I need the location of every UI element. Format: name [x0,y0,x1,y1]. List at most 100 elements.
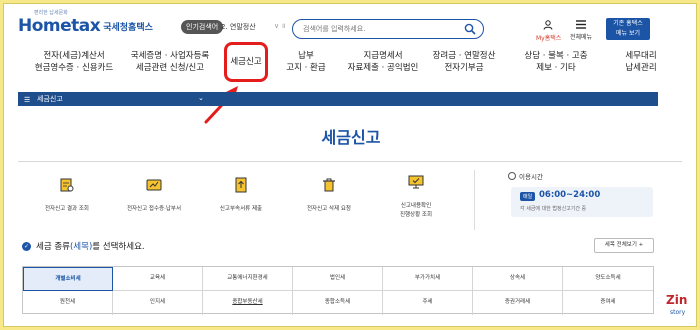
logo-tagline: 편리한 납세문화 [34,10,68,16]
service-status-check[interactable]: 신고내용확인진행상황 조회 [376,174,456,220]
site-header: 편리한 납세문화 Hometax 국세청홈택스 인기검색어 2. 연말정산 ∨ … [4,4,696,48]
watermark-line2: story [670,309,686,316]
nav-item-label: 장려금 · 연말정산 [432,51,496,61]
mytax-label: My홈택스 [536,35,562,42]
usage-time-box: 매일 06:00~24:00 각 세금에 대한 법정신고기간 중 [511,187,653,217]
hamburger-icon [576,20,587,29]
service-filing-result[interactable]: 전자신고 결과 조회 [27,177,107,214]
service-delete-request[interactable]: 전자신고 삭제 요청 [289,177,369,214]
nav-item-incentives[interactable]: 장려금 · 연말정산전자기부금 [433,50,496,74]
document-upload-icon [235,177,247,193]
tax-type-cell[interactable]: 종합부동산세 [203,291,293,315]
logo-korean: 국세청홈택스 [103,23,153,33]
page-title: 세금신고 [321,128,381,147]
tax-type-cell[interactable]: 인지세 [113,291,203,315]
tax-type-cell[interactable]: 교육세 [113,267,203,291]
popular-search-controls[interactable]: ∨ ॥ [274,22,286,31]
page-frame: 편리한 납세문화 Hometax 국세청홈택스 인기검색어 2. 연말정산 ∨ … [3,3,697,327]
tax-type-cell[interactable]: 부가가치세 [383,267,473,291]
main-nav: 전자(세금)계산서현금영수증 · 신용카드 국세증명 · 사업자등록세금관련 신… [4,48,696,86]
tax-type-cell[interactable]: 증여세 [563,291,653,315]
all-menu-button[interactable]: 전체메뉴 [570,20,592,41]
nav-item-sublabel: 고지 · 환급 [286,63,326,73]
nav-item-payment[interactable]: 납부고지 · 환급 [286,50,325,74]
usage-note: 각 세금에 대한 법정신고기간 중 [520,206,587,212]
search-box [292,19,484,39]
usage-time-title: 이용시간 [519,173,543,181]
legacy-menu-line1: 기존 홈택스 [613,20,643,27]
nav-item-tax-agent[interactable]: 세무대리납세관리 [625,50,656,74]
receipt-icon [146,179,162,191]
tax-type-cell[interactable]: 주세 [383,291,473,315]
nav-item-consulting[interactable]: 상담 · 불복 · 고충제보 · 기타 [524,50,587,74]
logo-brand: Hometax [18,16,101,36]
nav-item-label: 납부 [298,51,314,61]
breadcrumb-label[interactable]: 세금신고 [37,94,63,104]
service-label-line1: 신고내용확인 [400,203,432,209]
tax-type-cell[interactable]: 종합소득세 [293,291,383,315]
search-icon[interactable] [464,23,476,35]
tax-type-heading: ✓ 세금 종류 (세목) 를 선택하세요. [22,240,145,252]
tax-type-cell[interactable]: 상속세 [473,267,563,291]
tax-type-cell[interactable]: 개별소비세 [23,267,113,291]
daily-badge: 매일 [520,192,536,201]
trash-icon [323,178,335,192]
nav-item-certificates[interactable]: 국세증명 · 사업자등록세금관련 신청/신고 [131,50,210,74]
nav-item-sublabel: 납세관리 [625,63,657,73]
breadcrumb-bar: ☰ 세금신고 ⌄ [18,92,658,106]
service-label: 전자신고 접수증·납부서 [126,206,182,212]
usage-hours: 06:00~24:00 [539,190,601,200]
nav-item-statements[interactable]: 지급명세서자료제출 · 공익법인 [348,50,419,74]
nav-item-tax-filing[interactable]: 세금신고 [230,56,261,68]
nav-item-label: 세금신고 [230,57,262,67]
monitor-check-icon [408,175,424,189]
nav-item-label: 전자(세금)계산서 [43,51,105,61]
view-all-tax-types-button[interactable]: 세목 전체보기 + [594,238,654,253]
nav-item-label: 세무대리 [625,51,657,61]
tax-type-cell[interactable]: 원천세 [23,291,113,315]
clock-icon [508,172,516,180]
service-label-line2: 진행상황 조회 [399,212,433,218]
tax-type-grid: 개별소비세 교육세 교통에너지환경세 법인세 부가가치세 상속세 양도소득세 원… [22,266,654,315]
nav-item-sublabel: 자료제출 · 공익법인 [347,63,419,73]
usage-time-heading: 이용시간 [508,171,543,181]
tax-type-cell[interactable]: 법인세 [293,267,383,291]
tax-type-cell[interactable]: 교통에너지환경세 [203,267,293,291]
search-input[interactable] [303,23,453,35]
tax-type-suffix: 를 선택하세요. [92,242,145,252]
tax-type-cell[interactable]: 양도소득세 [563,267,653,291]
nav-item-sublabel: 전자기부금 [444,63,484,73]
nav-item-sublabel: 현금영수증 · 신용카드 [34,63,114,73]
hometax-logo[interactable]: 편리한 납세문화 Hometax 국세청홈택스 [18,10,153,36]
mytax-button[interactable]: My홈택스 [536,20,561,42]
nav-item-label: 상담 · 불복 · 고충 [524,51,588,61]
legacy-menu-line2: 메뉴 보기 [616,30,640,37]
tax-type-prefix: 세금 종류 [36,242,70,252]
report-search-icon [60,178,74,192]
service-label: 신고부속서류 제출 [219,206,263,212]
nav-item-label: 국세증명 · 사업자등록 [130,51,210,61]
service-label: 신고내용확인진행상황 조회 [376,202,456,220]
check-circle-icon: ✓ [22,241,31,251]
service-receipt-payment[interactable]: 전자신고 접수증·납부서 [114,177,194,214]
all-menu-label: 전체메뉴 [570,34,593,41]
tax-type-cell[interactable]: 증권거래세 [473,291,563,315]
nav-item-sublabel: 세금관련 신청/신고 [135,63,205,73]
section-divider [474,170,475,230]
usage-time-panel: 이용시간 매일 06:00~24:00 각 세금에 대한 법정신고기간 중 [508,171,653,217]
legacy-menu-button[interactable]: 기존 홈택스 메뉴 보기 [606,18,650,40]
service-label: 전자신고 삭제 요청 [307,206,351,212]
popular-search-badge: 인기검색어 [181,20,224,34]
popular-search-item[interactable]: 2. 연말정산 [221,22,256,32]
tax-type-highlight: (세목) [69,242,93,252]
service-attachments[interactable]: 신고부속서류 제출 [201,177,281,214]
nav-item-label: 지급명세서 [363,51,403,61]
chevron-down-icon[interactable]: ⌄ [198,94,204,102]
title-divider [18,161,682,162]
user-icon [543,20,553,30]
menu-icon[interactable]: ☰ [24,96,30,104]
nav-item-e-invoice[interactable]: 전자(세금)계산서현금영수증 · 신용카드 [35,50,114,74]
service-label: 전자신고 결과 조회 [45,206,89,212]
nav-item-sublabel: 제보 · 기타 [536,63,576,73]
watermark-line1: Zin [666,293,687,307]
